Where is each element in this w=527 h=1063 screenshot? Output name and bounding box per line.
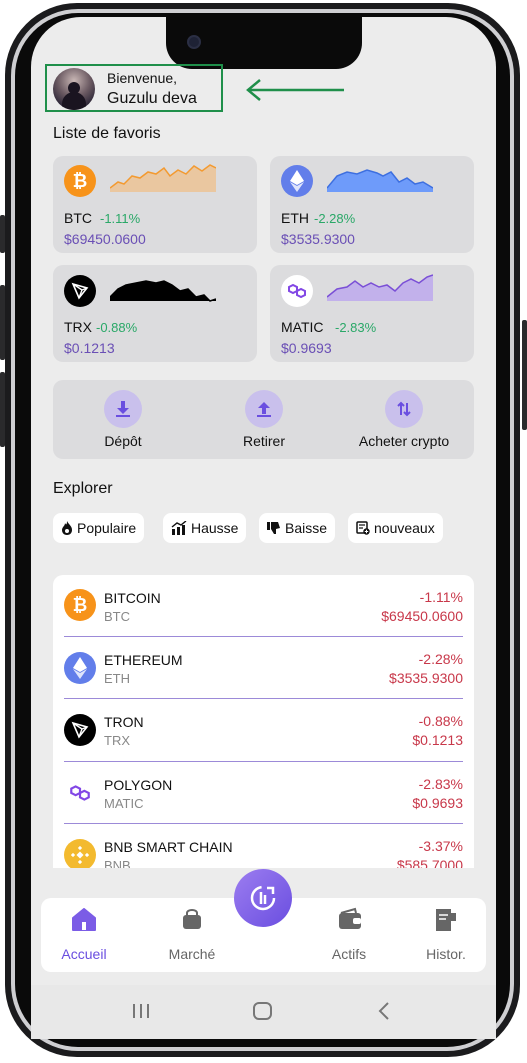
flame-icon — [62, 521, 72, 535]
filter-popular[interactable]: Populaire — [53, 513, 145, 543]
explore-title: Explorer — [53, 480, 113, 497]
list-item-polygon[interactable] — [53, 762, 474, 824]
mute-switch — [0, 215, 5, 253]
coin-name: TRON — [104, 714, 144, 730]
coin-change: -3.37% — [418, 838, 463, 854]
card-symbol: TRX — [64, 319, 92, 335]
eth-sparkline — [327, 169, 433, 192]
polygon-icon — [281, 275, 313, 307]
coin-change: -2.28% — [418, 651, 463, 667]
list-item-tron[interactable] — [53, 699, 474, 761]
card-change: -2.83% — [335, 320, 377, 335]
nav-item-market[interactable]: Marché — [162, 905, 222, 965]
volume-down-button — [0, 372, 5, 447]
shopping-bag-icon — [183, 909, 201, 929]
filter-new[interactable]: nouveaux — [348, 513, 443, 543]
filter-label: Hausse — [191, 520, 239, 536]
nav-label: Histor. — [426, 946, 466, 962]
card-change: -2.28% — [314, 211, 356, 226]
front-camera — [187, 35, 201, 49]
list-item-ethereum[interactable] — [53, 637, 474, 699]
coin-name: POLYGON — [104, 777, 173, 793]
withdraw-button[interactable] — [234, 390, 294, 428]
download-icon — [104, 390, 142, 428]
home-system-icon[interactable] — [252, 1001, 274, 1021]
coin-list: ₿ BITCOIN BTC -1.11% $69450.0600 ETHEREU… — [53, 575, 474, 868]
coin-price: $585.7000 — [396, 857, 463, 868]
exchange-icon — [250, 885, 276, 911]
trx-sparkline — [110, 280, 216, 302]
deposit-label: Dépôt — [104, 433, 142, 449]
exchange-fab-button[interactable] — [234, 869, 292, 927]
coin-price: $0.9693 — [412, 795, 463, 811]
bnb-icon — [64, 839, 96, 868]
nav-item-history[interactable]: Histor. — [416, 905, 476, 965]
coin-price: $69450.0600 — [381, 608, 463, 624]
bitcoin-icon: ₿ — [64, 165, 96, 197]
coin-symbol: TRX — [104, 733, 130, 748]
coin-change: -1.11% — [419, 589, 463, 605]
coin-symbol: BTC — [104, 609, 130, 624]
filter-label: Populaire — [77, 520, 137, 536]
coin-name: ETHEREUM — [104, 652, 183, 668]
nav-item-assets[interactable]: Actifs — [319, 905, 379, 965]
highlight-box — [45, 64, 223, 112]
list-item-bitcoin[interactable] — [53, 575, 474, 637]
card-symbol: MATIC — [281, 319, 324, 335]
deposit-button[interactable] — [93, 390, 153, 428]
upload-icon — [245, 390, 283, 428]
ethereum-icon — [281, 165, 313, 197]
power-button — [522, 320, 527, 430]
filter-rising[interactable]: Hausse — [163, 513, 247, 543]
coin-symbol: BNB — [104, 858, 131, 868]
back-icon[interactable] — [376, 1000, 392, 1022]
card-price: $0.9693 — [281, 340, 332, 356]
ethereum-icon — [64, 652, 96, 684]
btc-sparkline — [110, 164, 216, 192]
coin-price: $0.1213 — [412, 732, 463, 748]
card-change: -1.11% — [100, 211, 141, 226]
card-price: $69450.0600 — [64, 231, 146, 247]
receipt-icon — [436, 909, 456, 931]
filter-falling[interactable]: Baisse — [259, 513, 336, 543]
arrow-left-icon — [246, 79, 344, 101]
matic-sparkline — [327, 274, 433, 301]
tron-icon — [64, 275, 96, 307]
nav-label: Actifs — [331, 946, 367, 962]
nav-item-home[interactable]: Accueil — [54, 905, 114, 965]
favorites-title: Liste de favoris — [53, 125, 161, 142]
new-badge-icon — [356, 521, 370, 535]
bitcoin-icon: ₿ — [64, 589, 96, 621]
card-symbol: ETH — [281, 210, 309, 226]
polygon-icon — [64, 777, 96, 809]
nav-label: Marché — [168, 946, 216, 962]
card-symbol: BTC — [64, 210, 92, 226]
coin-name: BITCOIN — [104, 590, 161, 606]
coin-change: -2.83% — [418, 776, 463, 792]
coin-name: BNB SMART CHAIN — [104, 839, 233, 855]
home-icon — [72, 908, 96, 931]
swap-vertical-icon — [385, 390, 423, 428]
filter-label: Baisse — [285, 520, 328, 536]
buy-crypto-button[interactable] — [374, 390, 434, 428]
trending-up-icon — [171, 521, 187, 535]
coin-symbol: MATIC — [104, 796, 144, 811]
recent-apps-icon[interactable] — [131, 1002, 151, 1020]
card-change: -0.88% — [96, 320, 138, 335]
withdraw-label: Retirer — [242, 433, 285, 449]
nav-label: Accueil — [61, 946, 107, 962]
card-price: $0.1213 — [64, 340, 115, 356]
volume-up-button — [0, 285, 5, 360]
tron-icon — [64, 714, 96, 746]
filter-label: nouveaux — [374, 520, 435, 536]
wallet-icon — [339, 907, 361, 929]
buy-crypto-label: Acheter crypto — [358, 433, 450, 449]
coin-change: -0.88% — [418, 713, 463, 729]
coin-symbol: ETH — [104, 671, 130, 686]
card-price: $3535.9300 — [281, 231, 355, 247]
coin-price: $3535.9300 — [389, 670, 463, 686]
thumbs-down-icon — [267, 522, 280, 534]
